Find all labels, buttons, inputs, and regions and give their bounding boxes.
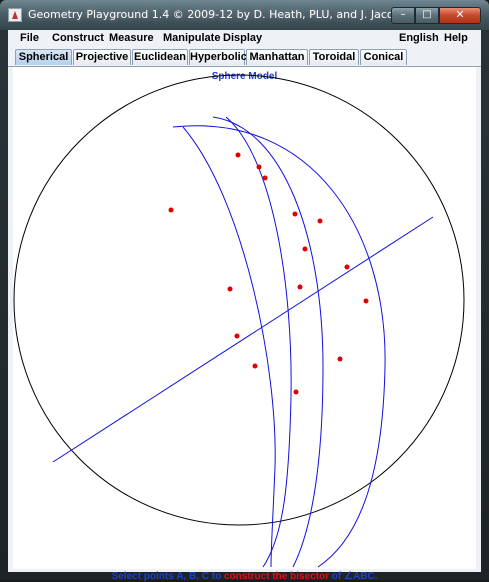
point[interactable] bbox=[256, 164, 262, 170]
tab-hyperbolic[interactable]: Hyperbolic bbox=[189, 49, 247, 65]
status-text-action: construct the bisector bbox=[223, 571, 330, 582]
point[interactable] bbox=[227, 286, 233, 292]
point[interactable] bbox=[302, 246, 308, 252]
point[interactable] bbox=[235, 152, 241, 158]
bisector-line bbox=[52, 216, 434, 463]
geometry-tabs: Spherical Projective Euclidean Hyperboli… bbox=[8, 48, 481, 67]
point[interactable] bbox=[252, 363, 258, 369]
point[interactable] bbox=[293, 389, 299, 395]
point[interactable] bbox=[337, 356, 343, 362]
close-button[interactable]: ✕ bbox=[439, 7, 481, 24]
minimize-button[interactable]: – bbox=[391, 7, 415, 24]
maximize-button[interactable]: □ bbox=[415, 7, 439, 24]
menu-display[interactable]: Display bbox=[223, 32, 262, 44]
menu-file[interactable]: File bbox=[20, 32, 39, 44]
app-window: Geometry Playground 1.4 © 2009-12 by D. … bbox=[0, 0, 489, 582]
point[interactable] bbox=[344, 264, 350, 270]
menu-manipulate[interactable]: Manipulate bbox=[163, 32, 220, 44]
close-icon: ✕ bbox=[455, 8, 465, 21]
menu-construct[interactable]: Construct bbox=[52, 32, 104, 44]
minimize-icon: – bbox=[400, 9, 406, 20]
window-title: Geometry Playground 1.4 © 2009-12 by D. … bbox=[28, 8, 433, 21]
geometry-canvas-panel[interactable]: Sphere Model Select points A, B, C to co… bbox=[13, 67, 476, 582]
point[interactable] bbox=[363, 298, 369, 304]
tab-manhattan[interactable]: Manhattan bbox=[246, 49, 308, 65]
point[interactable] bbox=[234, 333, 240, 339]
tab-euclidean[interactable]: Euclidean bbox=[132, 49, 188, 65]
client-area: File Construct Measure Manipulate Displa… bbox=[8, 30, 481, 582]
great-circle-arc bbox=[212, 116, 324, 568]
point[interactable] bbox=[292, 211, 298, 217]
great-circle-arc bbox=[172, 125, 386, 568]
sphere-outline bbox=[13, 74, 465, 526]
app-icon bbox=[8, 8, 22, 22]
tab-toroidal[interactable]: Toroidal bbox=[309, 49, 359, 65]
menu-help[interactable]: Help bbox=[444, 32, 468, 44]
tab-spherical[interactable]: Spherical bbox=[15, 49, 72, 65]
status-message: Select points A, B, C to construct the b… bbox=[13, 571, 476, 582]
status-text-angle: ∠ABC. bbox=[344, 571, 378, 582]
title-bar[interactable]: Geometry Playground 1.4 © 2009-12 by D. … bbox=[0, 0, 489, 30]
menu-measure[interactable]: Measure bbox=[109, 32, 154, 44]
sphere-canvas[interactable] bbox=[13, 67, 476, 569]
menu-english[interactable]: English bbox=[399, 32, 439, 44]
maximize-icon: □ bbox=[422, 9, 432, 20]
point[interactable] bbox=[262, 175, 268, 181]
point[interactable] bbox=[168, 207, 174, 213]
status-text-1: Select points A, B, C to bbox=[111, 571, 224, 582]
great-circle-arc bbox=[225, 116, 292, 568]
status-text-3: of bbox=[329, 571, 345, 582]
tab-projective[interactable]: Projective bbox=[73, 49, 131, 65]
point[interactable] bbox=[317, 218, 323, 224]
great-circle-arc bbox=[182, 126, 276, 568]
menu-bar: File Construct Measure Manipulate Displa… bbox=[8, 30, 481, 48]
tab-conical[interactable]: Conical bbox=[360, 49, 407, 65]
point[interactable] bbox=[297, 284, 303, 290]
